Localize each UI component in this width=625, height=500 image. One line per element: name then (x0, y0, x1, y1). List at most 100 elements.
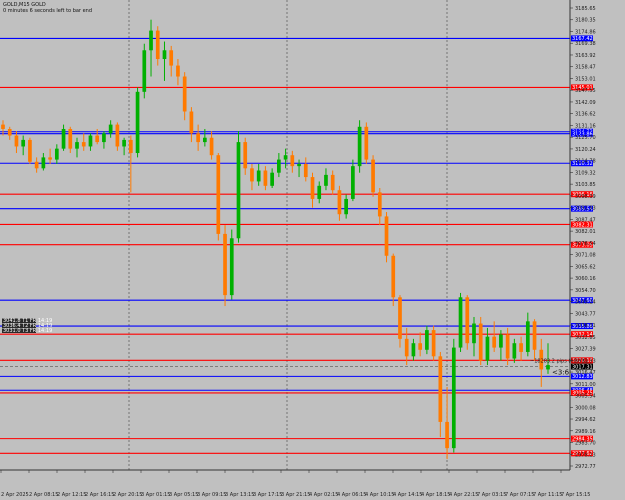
candle-body (216, 155, 221, 234)
candle-body (525, 321, 530, 352)
candle-body (371, 159, 375, 193)
candle-body (102, 133, 106, 143)
candle-body (283, 155, 288, 160)
x-tick-label: 4 Apr 10:15 (365, 492, 394, 498)
candlestick-chart[interactable]: 3167.423145.013124.733123.863110.323096.… (0, 0, 625, 500)
left-tag-text: 3031.0 T3 FR 14:19 (3, 328, 52, 334)
candle-body (277, 159, 281, 173)
y-tick-label: 3005.54 (575, 394, 596, 400)
candle-body (478, 323, 483, 361)
candle-body (303, 163, 308, 178)
x-tick-label: 7 Apr 07:15 (505, 492, 534, 498)
x-tick-label: 4 Apr 22:15 (449, 492, 478, 498)
candle-body (512, 343, 517, 359)
x-tick-label: 7 Apr 03:15 (477, 492, 506, 498)
candle-body (176, 65, 180, 77)
y-tick-label: 2978.23 (575, 452, 596, 458)
y-tick-label: 3131.16 (575, 123, 596, 129)
candle-body (95, 135, 100, 143)
candle-body (14, 135, 19, 147)
y-tick-label: 2994.62 (575, 417, 596, 423)
candle-body (61, 128, 66, 149)
y-tick-label: 3082.01 (575, 229, 596, 235)
candle-body (485, 336, 490, 361)
plot-background (0, 0, 625, 500)
candle-body (149, 30, 153, 51)
y-tick-label: 3125.70 (575, 135, 596, 141)
candle-body (115, 124, 120, 147)
y-tick-label: 2972.77 (575, 464, 596, 470)
candle-body (28, 139, 32, 162)
candle-body (162, 50, 167, 60)
y-tick-label: 2989.16 (575, 429, 596, 435)
x-tick-label: 2 Apr 12:15 (57, 492, 86, 498)
candle-body (1, 124, 5, 129)
y-tick-label: 3120.24 (575, 147, 596, 153)
candle-body (34, 161, 39, 169)
y-tick-label: 3098.39 (575, 194, 596, 200)
y-tick-label: 3147.55 (575, 88, 596, 94)
x-tick-label: 2 Apr 20:15 (113, 492, 142, 498)
candle-body (317, 185, 322, 199)
candle-body (250, 168, 254, 182)
candle-body (108, 124, 113, 134)
x-tick-label: 2 Apr 2025 (1, 492, 29, 498)
candle-body (451, 347, 456, 449)
candle-body (236, 142, 241, 239)
x-tick-label: 2 Apr 08:15 (29, 492, 58, 498)
y-tick-label: 3076.54 (575, 241, 596, 247)
y-tick-label: 3163.92 (575, 53, 596, 59)
candle-body (88, 135, 93, 147)
candle-body (431, 330, 436, 357)
price-line-annotation: ~18283.2 pips (68.5%) (530, 359, 588, 365)
candle-body (364, 126, 369, 160)
candle-body (256, 170, 261, 182)
y-tick-label: 3071.08 (575, 253, 596, 259)
candle-body (458, 297, 463, 348)
candle-body (182, 76, 187, 112)
y-tick-label: 3065.62 (575, 264, 596, 270)
candle-body (263, 170, 268, 186)
candle-body (209, 137, 214, 156)
candle-body (357, 126, 362, 167)
candle-body (75, 142, 79, 149)
y-tick-label: 3043.77 (575, 311, 596, 317)
cursor-label: <3:6 (552, 369, 570, 377)
y-tick-label: 3032.85 (575, 335, 596, 341)
candle-body (142, 50, 147, 92)
candle-body (445, 421, 449, 449)
x-tick-label: 4 Apr 14:15 (393, 492, 422, 498)
candle-body (189, 111, 194, 134)
candle-body (68, 128, 73, 149)
candle-body (330, 174, 335, 191)
candle-body (384, 216, 389, 256)
y-tick-label: 3060.16 (575, 276, 596, 282)
candle-body (499, 334, 503, 348)
candle-body (398, 297, 402, 339)
candle-body (290, 155, 295, 167)
y-tick-label: 3049.24 (575, 300, 596, 306)
candle-body (505, 334, 510, 359)
candle-body (492, 336, 497, 348)
candle-body (81, 142, 86, 147)
candle-body (155, 30, 160, 60)
candle-body (54, 148, 59, 160)
x-tick-label: 3 Apr 21:15 (281, 492, 310, 498)
candle-body (310, 177, 315, 199)
x-tick-label: 2 Apr 16:15 (85, 492, 114, 498)
y-tick-label: 3180.35 (575, 18, 596, 24)
candle-body (7, 128, 12, 136)
x-tick-label: 7 Apr 15:15 (561, 492, 590, 498)
bar-timer-text: 0 minutes 6 seconds left to bar end (3, 8, 92, 14)
y-tick-label: 3185.65 (575, 6, 596, 12)
candle-body (472, 323, 476, 344)
candle-body (229, 238, 234, 296)
candle-body (344, 198, 348, 215)
candle-body (438, 356, 443, 422)
candle-body (324, 174, 328, 186)
x-tick-label: 3 Apr 17:15 (253, 492, 282, 498)
y-tick-label: 3114.78 (575, 159, 596, 165)
y-tick-label: 3016.47 (575, 370, 596, 376)
candle-body (128, 139, 133, 154)
candle-body (519, 343, 523, 352)
